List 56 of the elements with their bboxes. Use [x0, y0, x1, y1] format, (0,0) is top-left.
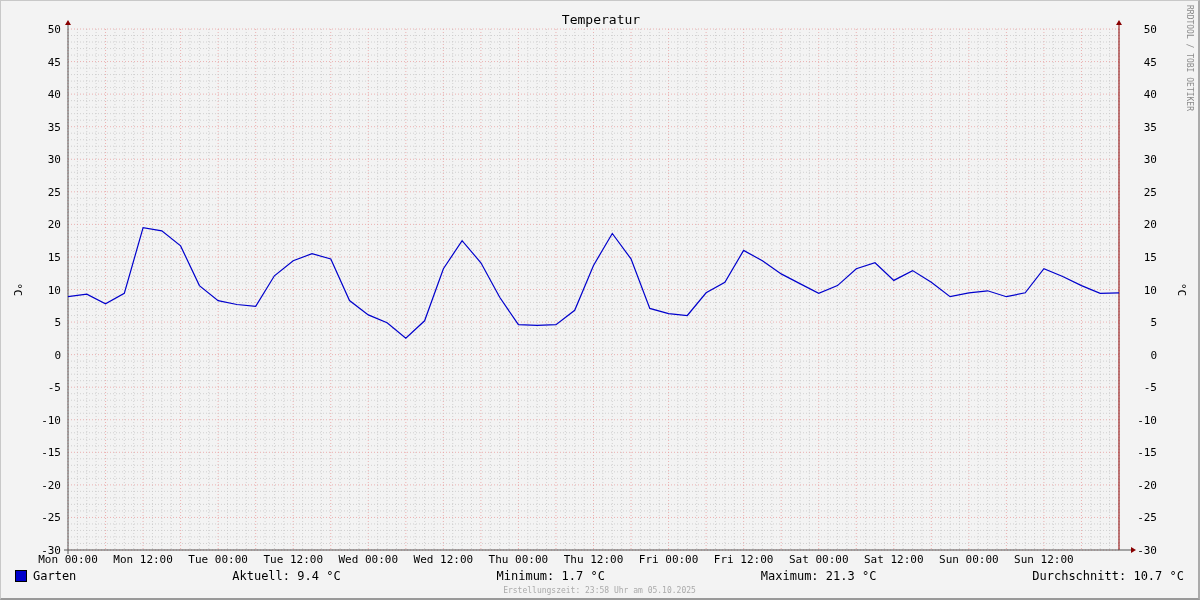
tick-label: 15: [1143, 250, 1157, 264]
tick-label: Wed 12:00: [413, 553, 474, 566]
tick-label: 25: [1143, 185, 1157, 199]
tick-label: Thu 00:00: [488, 553, 549, 566]
stat-text: Durchschnitt: 10.7 °C: [1032, 569, 1184, 583]
tick-label: 10: [1143, 283, 1157, 297]
tick-label: Tue 00:00: [188, 553, 248, 566]
tick-label: -10: [1137, 413, 1157, 427]
tick-label: Sun 12:00: [1014, 553, 1074, 566]
tick-label: -5: [1143, 381, 1157, 395]
tick-label: -15: [41, 446, 61, 460]
stat-text: Aktuell: 9.4 °C: [232, 569, 341, 583]
tick-label: Tue 12:00: [263, 553, 323, 566]
tick-label: 5: [1150, 316, 1157, 330]
stat-text: Minimum: 1.7 °C: [496, 569, 605, 583]
tick-label: -5: [47, 381, 61, 395]
tick-label: 30: [47, 153, 61, 167]
tick-label: 0: [54, 348, 61, 362]
tick-label: Thu 12:00: [563, 553, 624, 566]
legend-label: Garten: [33, 569, 77, 583]
tick-label: -25: [41, 511, 61, 525]
tick-label: 15: [47, 250, 61, 264]
tick-label: -15: [1137, 446, 1157, 460]
tick-label: Sun 00:00: [939, 553, 999, 566]
tick-label: -20: [1137, 478, 1157, 492]
chart-title: Temperatur: [561, 12, 641, 27]
tick-label: 50: [1143, 23, 1157, 36]
tick-label: Sat 12:00: [864, 553, 924, 566]
tick-label: 45: [1143, 55, 1157, 69]
tick-label: -30: [1137, 544, 1157, 557]
stat-text: Maximum: 21.3 °C: [760, 569, 877, 583]
tick-label: 45: [47, 55, 61, 69]
credit-text: RRDTOOL / TOBI OETIKER: [1185, 5, 1194, 111]
tick-label: 20: [47, 218, 61, 232]
tick-label: 35: [1143, 120, 1157, 134]
axis-label: °C: [11, 282, 24, 297]
tick-label: 20: [1143, 218, 1157, 232]
tick-label: 50: [47, 23, 61, 36]
tick-label: 5: [54, 316, 61, 330]
tick-label: -25: [1137, 511, 1157, 525]
tick-label: Fri 00:00: [638, 553, 699, 566]
tick-label: 25: [47, 185, 61, 199]
axis-label: °C: [1175, 282, 1188, 297]
footer-text: Erstellungszeit: 23:58 Uhr am 05.10.2025: [503, 586, 696, 595]
tick-label: Fri 12:00: [713, 553, 774, 566]
tick-label: 40: [1143, 88, 1157, 102]
tick-label: Mon 12:00: [113, 553, 173, 566]
tick-label: 0: [1150, 348, 1157, 362]
tick-label: 35: [47, 120, 61, 134]
tick-label: -20: [41, 478, 61, 492]
tick-label: 30: [1143, 153, 1157, 167]
tick-label: 10: [47, 283, 61, 297]
tick-label: 40: [47, 88, 61, 102]
tick-label: Sat 00:00: [788, 553, 849, 566]
tick-label: Wed 00:00: [338, 553, 399, 566]
tick-label: -10: [41, 413, 61, 427]
